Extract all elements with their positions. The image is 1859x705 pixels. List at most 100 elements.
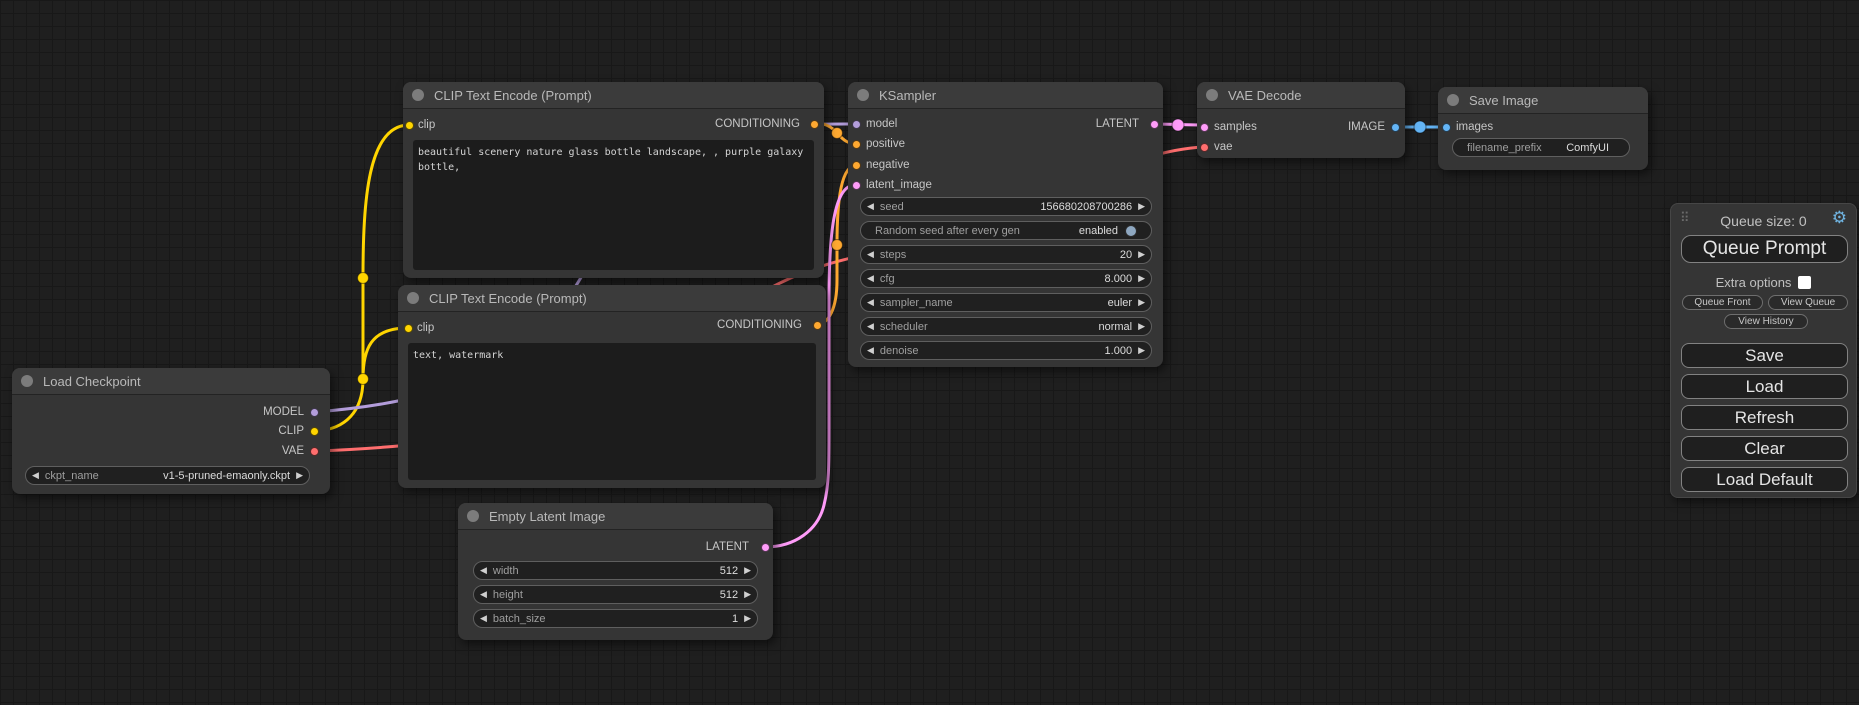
input-slot-positive[interactable]	[852, 140, 861, 149]
decrement-arrow-icon[interactable]: ◀	[474, 610, 493, 627]
collapse-dot-icon[interactable]	[1206, 89, 1218, 101]
seed-widget[interactable]: ◀ seed 156680208700286 ▶	[860, 197, 1152, 216]
node-title-bar[interactable]: CLIP Text Encode (Prompt)	[403, 82, 824, 109]
input-label-negative: negative	[866, 157, 909, 173]
output-slot-conditioning[interactable]	[810, 120, 819, 129]
decrement-arrow-icon[interactable]: ◀	[861, 198, 880, 215]
node-title: KSampler	[879, 88, 936, 103]
decrement-arrow-icon[interactable]: ◀	[474, 562, 493, 579]
settings-gear-icon[interactable]: ⚙	[1832, 209, 1847, 226]
increment-arrow-icon[interactable]: ▶	[1132, 342, 1151, 359]
refresh-button[interactable]: Refresh	[1681, 405, 1848, 430]
increment-arrow-icon[interactable]: ▶	[738, 586, 757, 603]
input-slot-images[interactable]	[1442, 123, 1451, 132]
output-slot-vae[interactable]	[310, 447, 319, 456]
input-label-clip: clip	[418, 117, 435, 133]
node-title: CLIP Text Encode (Prompt)	[434, 88, 592, 103]
collapse-dot-icon[interactable]	[1447, 94, 1459, 106]
widget-value: 8.000	[1105, 273, 1133, 285]
collapse-dot-icon[interactable]	[21, 375, 33, 387]
node-ksampler[interactable]: KSampler model positive negative latent_…	[848, 82, 1163, 367]
node-title-bar[interactable]: VAE Decode	[1197, 82, 1405, 109]
toggle-dot-icon[interactable]	[1125, 225, 1137, 237]
decrement-arrow-icon[interactable]: ◀	[861, 294, 880, 311]
view-history-button[interactable]: View History	[1724, 314, 1808, 329]
extra-options-row: Extra options	[1671, 275, 1856, 290]
input-slot-latent-image[interactable]	[852, 181, 861, 190]
prompt-textarea[interactable]: beautiful scenery nature glass bottle la…	[413, 140, 814, 270]
batch-size-widget[interactable]: ◀ batch_size 1 ▶	[473, 609, 758, 628]
decrement-arrow-icon[interactable]: ◀	[861, 318, 880, 335]
increment-arrow-icon[interactable]: ▶	[1132, 318, 1151, 335]
node-title-bar[interactable]: Load Checkpoint	[12, 368, 330, 395]
node-title-bar[interactable]: CLIP Text Encode (Prompt)	[398, 285, 826, 312]
node-title-bar[interactable]: Save Image	[1438, 87, 1648, 114]
widget-value: ComfyUI	[1566, 142, 1609, 154]
node-save-image[interactable]: Save Image images filename_prefix ComfyU…	[1438, 87, 1648, 170]
increment-arrow-icon[interactable]: ▶	[738, 610, 757, 627]
node-clip-text-encode-positive[interactable]: CLIP Text Encode (Prompt) clip CONDITION…	[403, 82, 824, 278]
prompt-textarea[interactable]: text, watermark	[408, 343, 816, 480]
width-widget[interactable]: ◀ width 512 ▶	[473, 561, 758, 580]
comfyui-canvas[interactable]: { "colors": { "model": "#B39DDB", "clip"…	[0, 0, 1859, 705]
view-queue-button[interactable]: View Queue	[1768, 295, 1848, 310]
node-empty-latent-image[interactable]: Empty Latent Image LATENT ◀ width 512 ▶ …	[458, 503, 773, 640]
output-slot-model[interactable]	[310, 408, 319, 417]
input-slot-clip[interactable]	[405, 121, 414, 130]
input-slot-vae[interactable]	[1200, 143, 1209, 152]
collapse-dot-icon[interactable]	[412, 89, 424, 101]
output-slot-clip[interactable]	[310, 427, 319, 436]
output-slot-image[interactable]	[1391, 123, 1400, 132]
cfg-widget[interactable]: ◀ cfg 8.000 ▶	[860, 269, 1152, 288]
filename-prefix-widget[interactable]: filename_prefix ComfyUI	[1452, 138, 1630, 157]
increment-arrow-icon[interactable]: ▶	[738, 562, 757, 579]
height-widget[interactable]: ◀ height 512 ▶	[473, 585, 758, 604]
widget-value: 156680208700286	[1040, 201, 1132, 213]
node-clip-text-encode-negative[interactable]: CLIP Text Encode (Prompt) clip CONDITION…	[398, 285, 826, 488]
extra-options-checkbox[interactable]	[1798, 276, 1811, 289]
widget-label: sampler_name	[880, 297, 953, 309]
random-seed-toggle-widget[interactable]: Random seed after every gen enabled	[860, 221, 1152, 240]
output-slot-latent[interactable]	[1150, 120, 1159, 129]
increment-arrow-icon[interactable]: ▶	[1132, 294, 1151, 311]
output-label-vae: VAE	[282, 443, 304, 459]
increment-arrow-icon[interactable]: ▶	[1132, 198, 1151, 215]
decrement-arrow-icon[interactable]: ◀	[861, 246, 880, 263]
collapse-dot-icon[interactable]	[407, 292, 419, 304]
input-slot-samples[interactable]	[1200, 123, 1209, 132]
load-button[interactable]: Load	[1681, 374, 1848, 399]
node-title-bar[interactable]: KSampler	[848, 82, 1163, 109]
output-slot-latent[interactable]	[761, 543, 770, 552]
node-title: Save Image	[1469, 93, 1538, 108]
load-default-button[interactable]: Load Default	[1681, 467, 1848, 492]
increment-arrow-icon[interactable]: ▶	[1132, 270, 1151, 287]
clear-button[interactable]: Clear	[1681, 436, 1848, 461]
ckpt-name-widget[interactable]: ◀ ckpt_name v1-5-pruned-emaonly.ckpt ▶	[25, 466, 310, 485]
decrement-arrow-icon[interactable]: ◀	[861, 270, 880, 287]
queue-panel[interactable]: ⠿ Queue size: 0 ⚙ Queue Prompt Extra opt…	[1670, 203, 1857, 498]
decrement-arrow-icon[interactable]: ◀	[474, 586, 493, 603]
node-title-bar[interactable]: Empty Latent Image	[458, 503, 773, 530]
output-slot-conditioning[interactable]	[813, 321, 822, 330]
widget-label: seed	[880, 201, 904, 213]
collapse-dot-icon[interactable]	[857, 89, 869, 101]
widget-value: 20	[1120, 249, 1132, 261]
increment-arrow-icon[interactable]: ▶	[1132, 246, 1151, 263]
input-slot-clip[interactable]	[404, 324, 413, 333]
queue-prompt-button[interactable]: Queue Prompt	[1681, 235, 1848, 263]
collapse-dot-icon[interactable]	[467, 510, 479, 522]
queue-front-button[interactable]: Queue Front	[1682, 295, 1763, 310]
decrement-arrow-icon[interactable]: ◀	[26, 467, 45, 484]
node-vae-decode[interactable]: VAE Decode samples vae IMAGE	[1197, 82, 1405, 158]
denoise-widget[interactable]: ◀ denoise 1.000 ▶	[860, 341, 1152, 360]
save-button[interactable]: Save	[1681, 343, 1848, 368]
input-slot-model[interactable]	[852, 120, 861, 129]
node-load-checkpoint[interactable]: Load Checkpoint MODEL CLIP VAE ◀ ckpt_na…	[12, 368, 330, 494]
scheduler-widget[interactable]: ◀ scheduler normal ▶	[860, 317, 1152, 336]
input-slot-negative[interactable]	[852, 161, 861, 170]
widget-label: filename_prefix	[1467, 142, 1542, 154]
decrement-arrow-icon[interactable]: ◀	[861, 342, 880, 359]
increment-arrow-icon[interactable]: ▶	[290, 467, 309, 484]
steps-widget[interactable]: ◀ steps 20 ▶	[860, 245, 1152, 264]
sampler-name-widget[interactable]: ◀ sampler_name euler ▶	[860, 293, 1152, 312]
